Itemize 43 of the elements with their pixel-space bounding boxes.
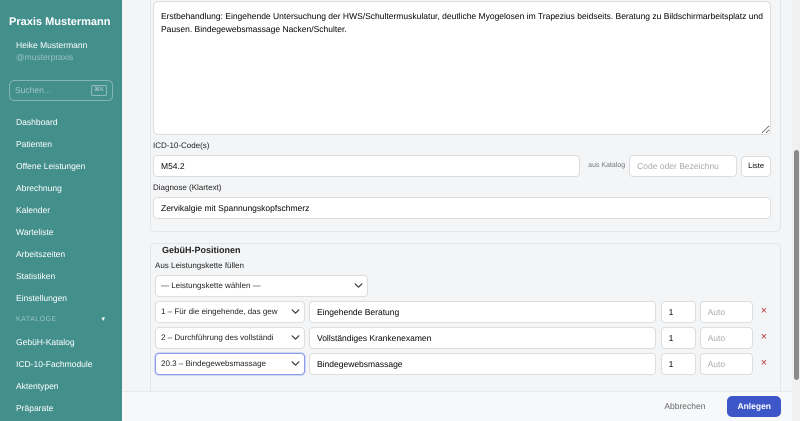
remove-button[interactable]: × — [756, 355, 771, 372]
quantity-field[interactable]: 1 — [660, 326, 696, 348]
nav-item[interactable]: GebüH-Katalog — [9, 331, 113, 353]
field-label: Diagnose (Klartext) — [153, 182, 222, 194]
diagnosis-field[interactable]: Zervikalgie mit Spannungskopfschmerz — [153, 197, 771, 219]
scrollbar-thumb[interactable] — [794, 150, 799, 380]
notes-field[interactable]: Erstbehandlung: Eingehende Untersuchung der HWS/Schultermuskulatur, deutliche Myogelosen im Trapezius beidseits. Beratung zu Bildschirmarbeitsplatz und Pausen. Bindegewebsmassage Nacken/Schulter. — [153, 1, 771, 135]
remove-button[interactable]: × — [756, 303, 771, 320]
field-label: Aus Leistungskette füllen — [155, 260, 245, 272]
nav-item[interactable]: Präparate — [9, 397, 113, 419]
app-title: Praxis Mustermann — [9, 15, 112, 30]
cancel-button[interactable]: Abbrechen — [658, 399, 712, 414]
nav-item[interactable]: Warteliste — [9, 221, 113, 243]
field-label: ICD-10-Code(s) — [153, 140, 210, 152]
nav-item[interactable]: ICD-10-Fachmodule — [9, 353, 113, 375]
price-field[interactable]: Auto — [700, 300, 753, 322]
nav-item[interactable]: Kalender — [9, 199, 113, 221]
code-select[interactable]: 20.3 – Bindegewebsmassage — [155, 352, 305, 374]
nav-item[interactable]: Aktentypen — [9, 375, 113, 397]
quantity-field[interactable]: 1 — [660, 352, 696, 374]
description-field[interactable]: Eingehende Beratung — [309, 300, 656, 322]
search-input[interactable]: Suchen... — [15, 84, 85, 97]
catalog-search-field[interactable]: Code oder Bezeichnu — [629, 155, 738, 177]
nav-item[interactable]: Patienten — [9, 133, 113, 155]
code-select[interactable]: 2 – Durchführung des vollständi — [155, 326, 305, 348]
description-field[interactable]: Bindegewebsmassage — [309, 352, 656, 374]
submit-button[interactable]: Anlegen — [727, 396, 781, 417]
price-field[interactable]: Auto — [700, 326, 753, 348]
quantity-field[interactable]: 1 — [660, 300, 696, 322]
user-handle: @musterpraxis — [16, 51, 74, 64]
icd-code-field[interactable]: M54.2 — [153, 155, 580, 177]
nav-item[interactable]: Abrechnung — [9, 177, 113, 199]
price-field[interactable]: Auto — [700, 352, 753, 374]
nav-item[interactable]: Arbeitszeiten — [9, 243, 113, 265]
remove-button[interactable]: × — [756, 329, 771, 346]
code-select[interactable]: 1 – Für die eingehende, das gew — [155, 300, 305, 322]
nav-item[interactable]: Offene Leistungen — [9, 155, 113, 177]
description-field[interactable]: Vollständiges Krankenexamen — [309, 326, 656, 348]
nav-item[interactable]: Dashboard — [9, 111, 113, 133]
nav-item[interactable]: Einstellungen — [9, 287, 113, 309]
chain-select[interactable]: — Leistungskette wählen — — [155, 274, 368, 296]
nav-item[interactable]: Statistiken — [9, 265, 113, 287]
user-name: Heike Mustermann — [16, 38, 88, 52]
